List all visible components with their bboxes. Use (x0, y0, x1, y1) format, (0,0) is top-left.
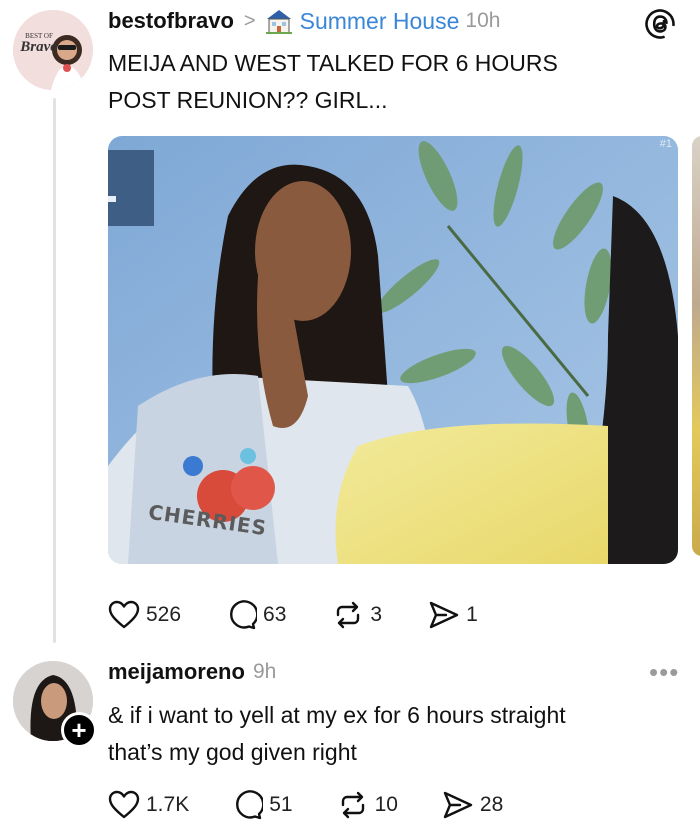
reply-repost-count: 10 (374, 793, 398, 816)
threads-logo-icon[interactable] (644, 8, 676, 40)
bestofbravo-avatar[interactable]: BEST OF Bravo (13, 10, 93, 90)
reply-text-line-1: & if i want to yell at my ex for 6 hours… (108, 702, 566, 728)
post-header: bestofbravo > Summer House 10h (108, 6, 500, 36)
chevron-right-icon: > (243, 9, 256, 32)
reply-time: 9h (252, 660, 277, 683)
comment-icon (230, 600, 258, 630)
post-time: 10h (465, 9, 501, 32)
reply-text-line-2: that’s my god given right (108, 739, 357, 765)
repost-icon (337, 601, 360, 629)
post-image[interactable]: CHERRIES #1 (108, 136, 678, 564)
image-corner-text: #1 (659, 138, 672, 150)
share-button[interactable]: 1 (428, 600, 478, 630)
reply-actions: 1.7K 51 10 28 (108, 790, 503, 820)
post-image-graphic (108, 136, 678, 564)
reply-reply-button[interactable]: 51 (233, 790, 293, 820)
follow-button[interactable]: + (61, 712, 97, 748)
reply-username[interactable]: meijamoreno (108, 659, 245, 685)
avatar-text-bottom: Bravo (20, 39, 58, 55)
like-count: 526 (146, 603, 182, 626)
reply-share-count: 28 (479, 793, 504, 816)
reply-button[interactable]: 63 (227, 600, 286, 630)
thread-connector-line (53, 98, 56, 643)
post-text-line-1: MEIJA AND WEST TALKED FOR 6 HOURS (108, 50, 558, 76)
reply-count: 63 (263, 603, 287, 626)
reply-reply-count: 51 (269, 793, 293, 816)
comment-icon (236, 790, 264, 820)
reply-like-button[interactable]: 1.7K (108, 790, 189, 820)
send-icon (443, 791, 473, 819)
heart-icon (108, 600, 140, 629)
reply-like-count: 1.7K (146, 793, 190, 816)
heart-icon (108, 790, 140, 819)
reply-share-button[interactable]: 28 (442, 790, 503, 820)
repost-button[interactable]: 3 (332, 600, 382, 630)
more-options-icon[interactable]: ••• (649, 657, 679, 688)
send-icon (429, 601, 459, 629)
reply-repost-button[interactable]: 10 (337, 790, 398, 820)
post-text: MEIJA AND WEST TALKED FOR 6 HOURS POST R… (108, 45, 678, 119)
post-actions: 526 63 3 1 (108, 600, 478, 630)
reply-header: meijamoreno 9h (108, 657, 276, 687)
house-icon (264, 7, 294, 35)
post-username[interactable]: bestofbravo (108, 8, 234, 34)
repost-icon (341, 791, 364, 819)
post-text-line-2: POST REUNION?? GIRL... (108, 87, 388, 113)
repost-count: 3 (370, 603, 383, 626)
next-image-preview[interactable] (692, 136, 700, 556)
like-button[interactable]: 526 (108, 600, 181, 630)
reply-text: & if i want to yell at my ex for 6 hours… (108, 697, 688, 771)
community-link[interactable]: Summer House (300, 8, 460, 35)
share-count: 1 (466, 603, 478, 626)
